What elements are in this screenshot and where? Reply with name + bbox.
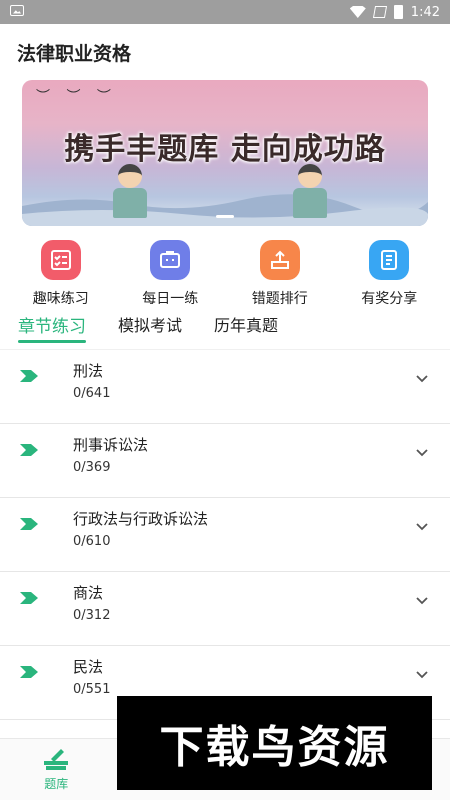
mountain-illustration — [22, 194, 428, 226]
chapter-count: 0/641 — [73, 386, 111, 401]
books-icon — [44, 749, 69, 770]
banner-carousel[interactable]: ︶ ︶ ︶ 携手丰题库 走向成功路 — [22, 80, 428, 226]
chapter-list: 刑法 0/641 刑事诉讼法 0/369 行政法与行政诉讼法 0/610 商法 … — [0, 350, 450, 720]
birds-illustration: ︶ ︶ ︶ — [36, 89, 117, 105]
page-title: 法律职业资格 — [17, 42, 132, 65]
image-notification-icon — [10, 4, 24, 16]
chapter-name: 刑法 — [73, 362, 104, 380]
tab-mock-exam[interactable]: 模拟考试 — [118, 310, 182, 336]
quick-actions: 趣味练习 每日一练 错题排行 有奖分享 — [0, 226, 450, 310]
tab-chapter-practice[interactable]: 章节练习 — [18, 310, 86, 343]
quick-reward-share[interactable]: 有奖分享 — [339, 240, 439, 310]
briefcase-icon — [150, 240, 191, 280]
no-signal-icon — [372, 6, 387, 18]
carousel-indicator — [216, 215, 234, 218]
chevron-right-icon — [20, 592, 38, 604]
banner-slogan: 携手丰题库 走向成功路 — [64, 132, 386, 167]
upload-tray-icon — [259, 240, 300, 280]
practice-tabs: 章节练习 模拟考试 历年真题 — [0, 310, 450, 350]
chapter-count: 0/610 — [73, 534, 111, 549]
chapter-count: 0/551 — [73, 682, 111, 697]
tab-past-exams[interactable]: 历年真题 — [214, 310, 278, 336]
chevron-right-icon — [20, 666, 38, 678]
wifi-icon — [349, 6, 366, 18]
chapter-name: 民法 — [73, 658, 104, 676]
quick-wrong-ranking[interactable]: 错题排行 — [230, 240, 330, 310]
quick-label: 错题排行 — [251, 291, 308, 307]
chapter-row[interactable]: 刑法 0/641 — [0, 350, 450, 424]
chapter-count: 0/312 — [73, 608, 111, 623]
quick-label: 趣味练习 — [32, 291, 89, 307]
scholar-figure-right — [288, 164, 332, 220]
chapter-name: 刑事诉讼法 — [73, 436, 149, 454]
chevron-down-icon[interactable] — [416, 594, 428, 606]
chevron-down-icon[interactable] — [416, 446, 428, 458]
chevron-right-icon — [20, 518, 38, 530]
chapter-count: 0/369 — [73, 460, 111, 475]
scholar-figure-left — [108, 164, 152, 220]
status-time: 1:42 — [410, 4, 440, 20]
quick-label: 有奖分享 — [361, 291, 418, 307]
nav-question-bank[interactable]: 题库 — [16, 747, 96, 792]
chapter-row[interactable]: 行政法与行政诉讼法 0/610 — [0, 498, 450, 572]
checklist-icon — [40, 240, 81, 280]
chevron-down-icon[interactable] — [416, 520, 428, 532]
quick-label: 每日一练 — [142, 291, 199, 307]
notebook-icon — [369, 240, 410, 280]
quick-fun-practice[interactable]: 趣味练习 — [11, 240, 111, 310]
chapter-row[interactable]: 商法 0/312 — [0, 572, 450, 646]
chevron-right-icon — [20, 444, 38, 456]
watermark: 下载鸟资源 — [117, 696, 432, 790]
chevron-right-icon — [20, 370, 38, 382]
chapter-name: 商法 — [73, 584, 104, 602]
quick-daily-practice[interactable]: 每日一练 — [120, 240, 220, 310]
chapter-name: 行政法与行政诉讼法 — [73, 510, 209, 528]
chevron-down-icon[interactable] — [416, 372, 428, 384]
nav-label: 题库 — [44, 777, 69, 791]
chapter-row[interactable]: 刑事诉讼法 0/369 — [0, 424, 450, 498]
status-bar: 1:42 — [0, 0, 450, 24]
battery-icon — [393, 5, 403, 19]
chevron-down-icon[interactable] — [416, 668, 428, 680]
